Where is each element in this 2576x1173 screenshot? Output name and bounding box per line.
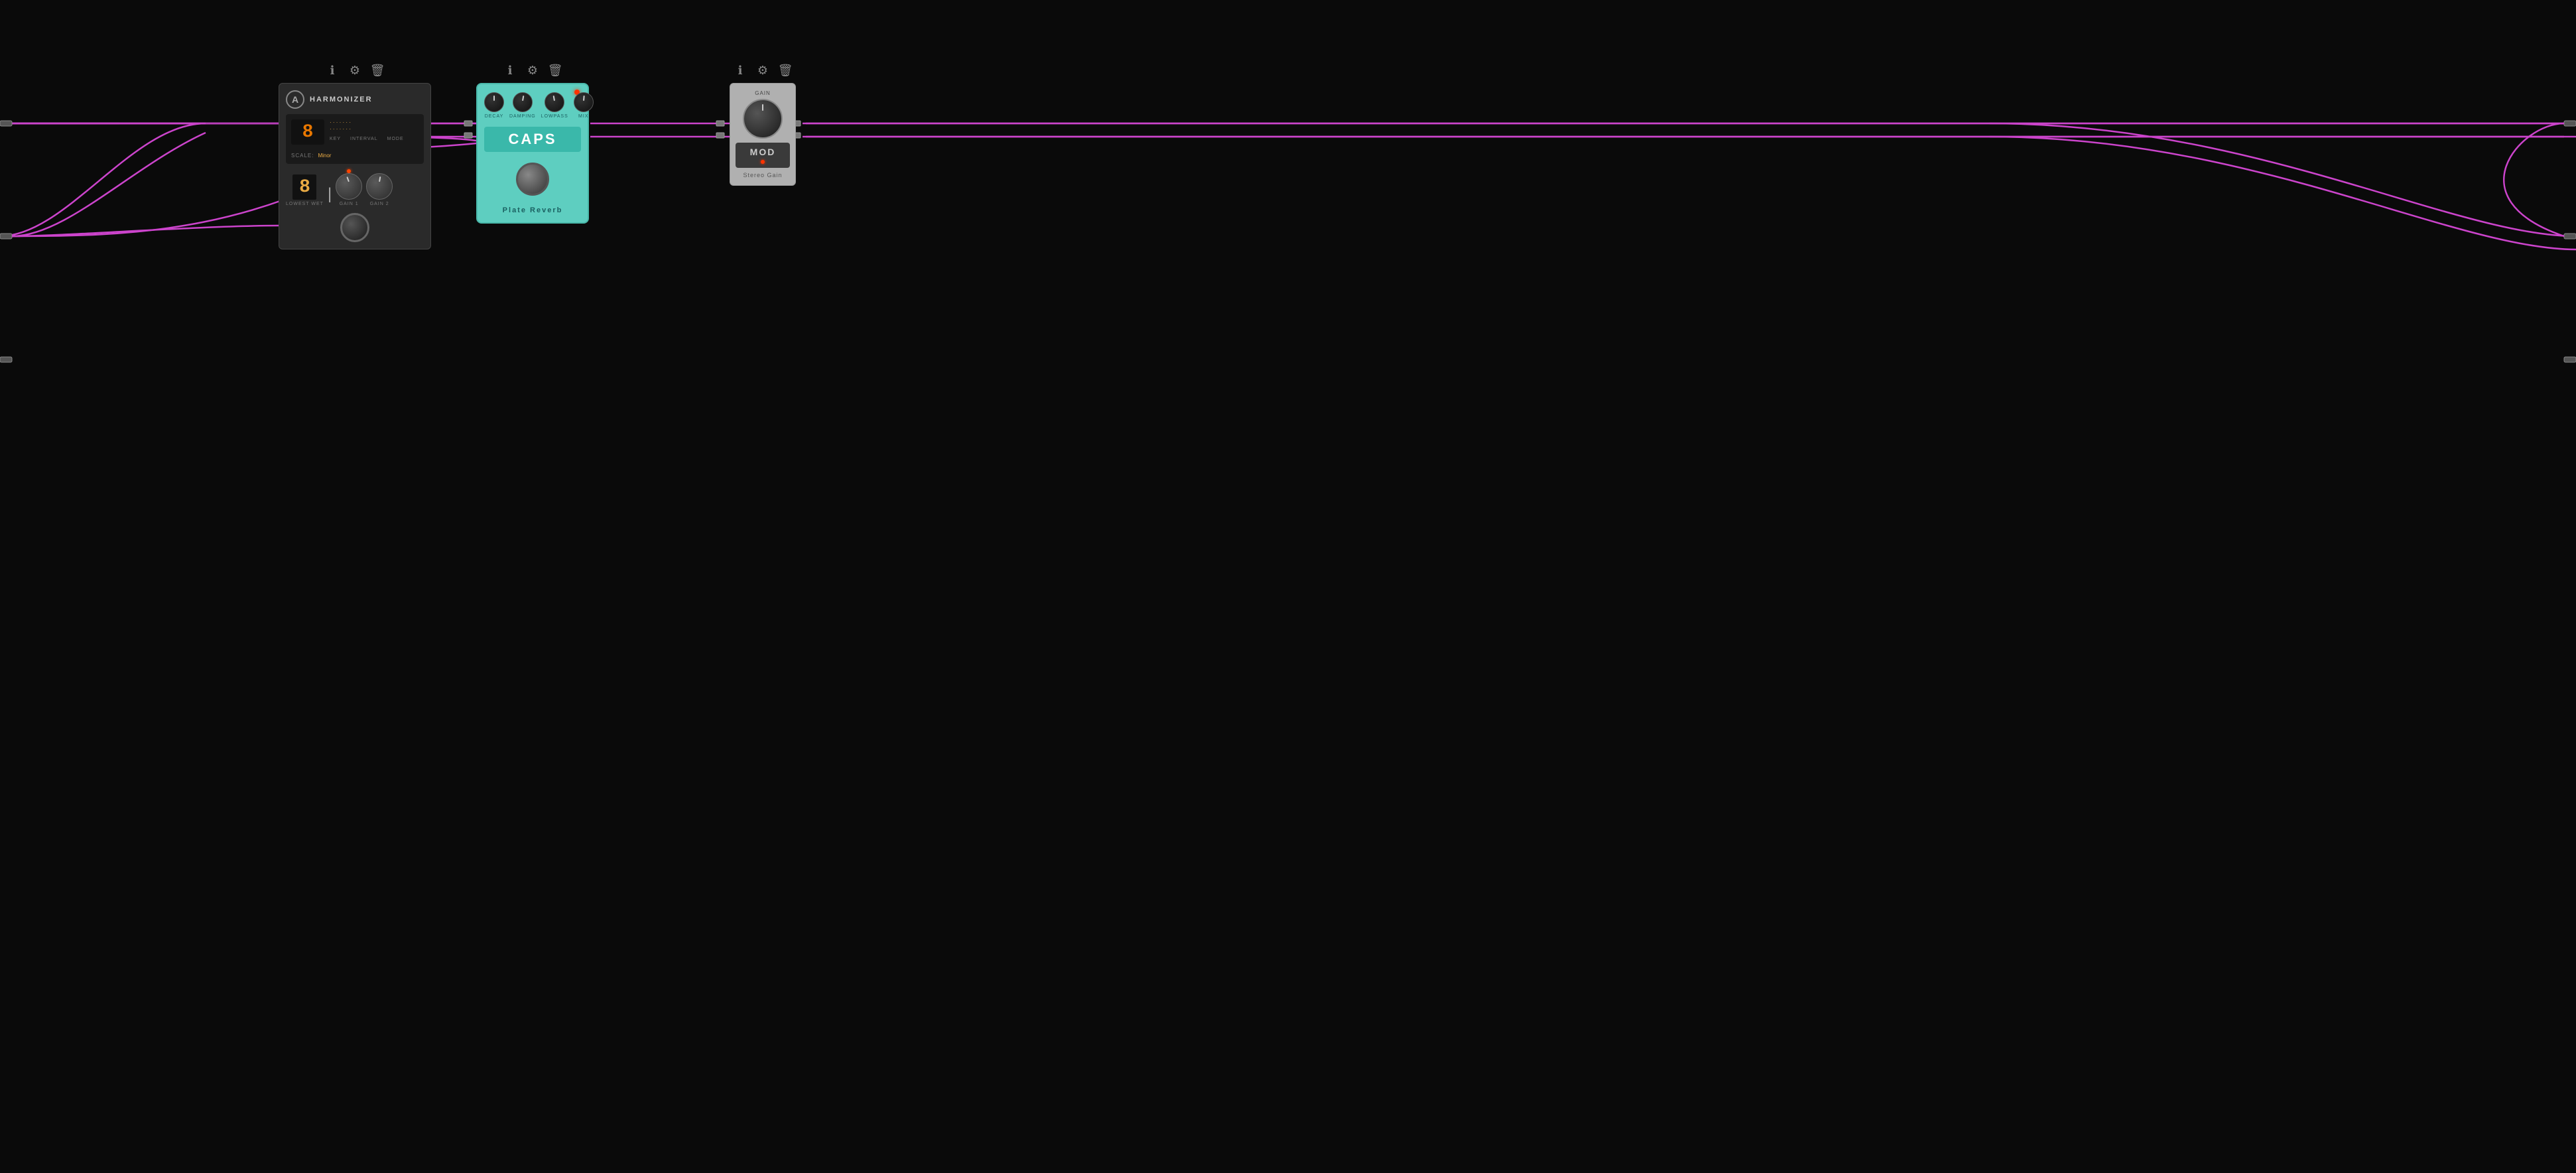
reverb-damping-knob[interactable] xyxy=(513,92,533,112)
stereo-gain-plugin: ℹ ⚙ 🗑 GAIN MOD Stereo Gain xyxy=(730,63,796,186)
reverb-decay-knob[interactable] xyxy=(484,92,504,112)
harmonizer-display: 8 · · · · · · · · · · · · · · KEY INTERV… xyxy=(286,114,424,164)
damping-label: DAMPING xyxy=(509,114,536,119)
scale-value: Minor xyxy=(318,153,331,159)
harmonizer-controls: · · · · · · · · · · · · · · KEY INTERVAL… xyxy=(330,119,419,141)
scale-label: SCALE: xyxy=(291,153,314,159)
reverb-settings-icon[interactable]: ⚙ xyxy=(525,63,540,78)
plate-reverb-body: DECAY DAMPING LOWPASS MIX xyxy=(476,83,589,224)
decay-label: DECAY xyxy=(485,114,504,119)
gain-toolbar: ℹ ⚙ 🗑 xyxy=(733,63,793,78)
reverb-toolbar: ℹ ⚙ 🗑 xyxy=(503,63,562,78)
reverb-lowpass-group: LOWPASS xyxy=(541,92,568,119)
harmonizer-header: A HARMONIZER xyxy=(286,90,424,109)
gain2-label: GAIN 2 xyxy=(370,202,389,206)
reverb-footswitch-area xyxy=(484,157,581,201)
mix-indicator xyxy=(583,96,585,101)
harmonizer-display-number: 8 xyxy=(291,119,324,149)
gain-info-icon[interactable]: ℹ xyxy=(733,63,747,78)
stereo-gain-body: GAIN MOD Stereo Gain xyxy=(730,83,796,186)
reverb-info-icon[interactable]: ℹ xyxy=(503,63,517,78)
harmonizer-plugin: ℹ ⚙ 🗑 A HARMONIZER 8 · · · · · · · xyxy=(279,63,431,249)
harmonizer-title: HARMONIZER xyxy=(310,96,373,104)
reverb-footswitch[interactable] xyxy=(516,163,549,196)
harmonizer-lowest-wet-group: 8 LOWEST WET xyxy=(286,174,324,206)
decay-indicator xyxy=(493,96,495,101)
lowest-wet-label: LOWEST WET xyxy=(286,202,324,206)
reverb-delete-icon[interactable]: 🗑 xyxy=(548,63,562,78)
reverb-knobs-row: DECAY DAMPING LOWPASS MIX xyxy=(484,92,581,119)
reverb-brand: CAPS xyxy=(484,127,581,152)
harmonizer-info-display: · · · · · · · · · · · · · · xyxy=(330,119,351,132)
harmonizer-toolbar: ℹ ⚙ 🗑 xyxy=(325,63,385,78)
mod-led xyxy=(761,160,765,164)
harmonizer-body: A HARMONIZER 8 · · · · · · · · · · · · ·… xyxy=(279,83,431,249)
display-number: 8 xyxy=(291,119,324,145)
gain1-knob[interactable] xyxy=(336,173,362,200)
harmonizer-footswitch[interactable] xyxy=(340,213,369,242)
harmonizer-logo: A xyxy=(286,90,304,109)
gain1-label: GAIN 1 xyxy=(340,202,359,206)
gain2-indicator xyxy=(379,176,381,182)
digit-display-8: 8 xyxy=(292,174,316,200)
gain-main-indicator xyxy=(762,104,763,111)
lowpass-indicator xyxy=(553,96,555,101)
damping-indicator xyxy=(522,96,524,101)
harmonizer-info-icon[interactable]: ℹ xyxy=(325,63,340,78)
harmonizer-settings-icon[interactable]: ⚙ xyxy=(348,63,362,78)
harmonizer-gain2-group: GAIN 2 xyxy=(366,173,393,206)
mod-text: MOD xyxy=(740,147,786,157)
harmonizer-delete-icon[interactable]: 🗑 xyxy=(370,63,385,78)
mix-label: MIX xyxy=(578,114,588,119)
harmonizer-gain1-group: GAIN 1 xyxy=(336,169,362,206)
interval-label: INTERVAL xyxy=(350,137,378,141)
reverb-mix-knob[interactable] xyxy=(574,92,594,112)
harmonizer-footswitch-area xyxy=(286,213,424,242)
harmonizer-bottom: 8 LOWEST WET | GAIN 1 GAIN 2 xyxy=(286,169,424,206)
gain1-indicator xyxy=(346,176,350,182)
reverb-lowpass-knob[interactable] xyxy=(545,92,564,112)
separator-bar: | xyxy=(328,185,332,204)
mod-box: MOD xyxy=(736,143,790,168)
reverb-mix-group: MIX xyxy=(574,92,594,119)
gain-delete-icon[interactable]: 🗑 xyxy=(778,63,793,78)
plate-reverb-plugin: ℹ ⚙ 🗑 DECAY DAMPING xyxy=(476,63,589,224)
mode-label: MODE xyxy=(387,137,404,141)
reverb-title: Plate Reverb xyxy=(484,206,581,214)
lowpass-label: LOWPASS xyxy=(541,114,568,119)
reverb-damping-group: DAMPING xyxy=(509,92,536,119)
stereo-gain-name: Stereo Gain xyxy=(736,172,790,178)
gain-label-top: GAIN xyxy=(736,90,790,96)
gain2-knob[interactable] xyxy=(366,173,393,200)
scale-row: SCALE: Minor xyxy=(291,153,419,159)
key-label: KEY xyxy=(330,137,341,141)
reverb-decay-group: DECAY xyxy=(484,92,504,119)
gain-main-knob[interactable] xyxy=(743,99,783,139)
gain-settings-icon[interactable]: ⚙ xyxy=(755,63,770,78)
reverb-brand-text: CAPS xyxy=(488,131,577,148)
